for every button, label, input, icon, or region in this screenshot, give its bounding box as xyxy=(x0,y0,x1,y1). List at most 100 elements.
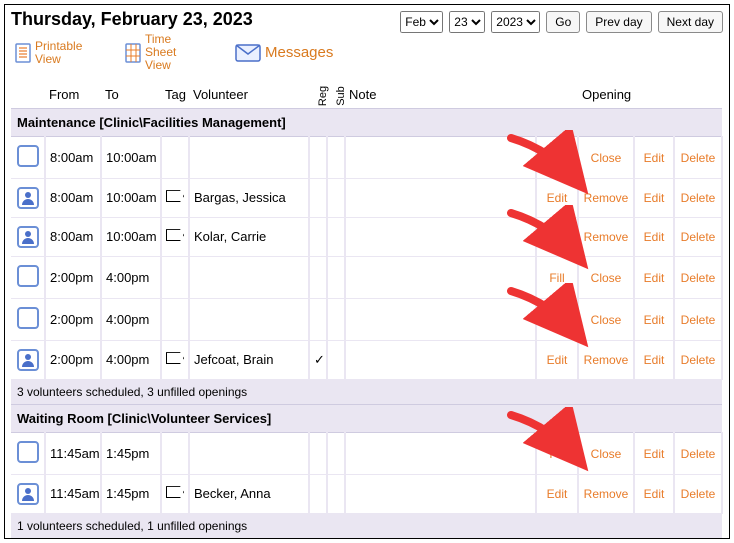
time-sheet-view-link[interactable]: Time SheetView xyxy=(125,33,205,73)
section-summary: 1 volunteers scheduled, 1 unfilled openi… xyxy=(11,513,722,538)
edit-opening-link[interactable]: Edit xyxy=(644,191,665,205)
section-summary: 3 volunteers scheduled, 3 unfilled openi… xyxy=(11,379,722,404)
section-title: Waiting Room [Clinic\Volunteer Services] xyxy=(11,404,722,432)
schedule-row: 11:45am1:45pmFillCloseEditDelete xyxy=(11,432,722,474)
year-select[interactable]: 2023 xyxy=(491,11,540,33)
reg-cell: ✓ xyxy=(309,340,327,379)
to-cell: 1:45pm xyxy=(101,474,161,513)
slot-icon[interactable] xyxy=(17,307,39,329)
reg-cell xyxy=(309,298,327,340)
schedule-row: 2:00pm4:00pmFillCloseEditDelete xyxy=(11,256,722,298)
schedule-row: 2:00pm4:00pm Jefcoat, Brain✓ Edit Remove Edi… xyxy=(11,340,722,379)
from-cell: 11:45am xyxy=(45,474,101,513)
to-cell: 4:00pm xyxy=(101,340,161,379)
schedule-row: 2:00pm4:00pmFillCloseEditDelete xyxy=(11,298,722,340)
delete-opening-link[interactable]: Delete xyxy=(681,313,716,327)
reg-cell xyxy=(309,432,327,474)
envelope-icon xyxy=(235,44,261,62)
from-cell: 8:00am xyxy=(45,217,101,256)
volunteer-cell: Kolar, Carrie xyxy=(189,217,309,256)
tag-icon xyxy=(166,190,184,202)
remove-link[interactable]: Remove xyxy=(584,230,629,244)
edit-opening-link[interactable]: Edit xyxy=(644,447,665,461)
volunteer-cell xyxy=(189,298,309,340)
reg-cell xyxy=(309,136,327,178)
sub-cell xyxy=(327,217,345,256)
go-button[interactable]: Go xyxy=(546,11,580,33)
close-link[interactable]: Close xyxy=(591,313,622,327)
remove-link[interactable]: Remove xyxy=(584,191,629,205)
edit-opening-link[interactable]: Edit xyxy=(644,271,665,285)
volunteer-cell xyxy=(189,256,309,298)
month-select[interactable]: Feb xyxy=(400,11,443,33)
schedule-row: 8:00am10:00amKolar, CarrieEditRemoveEdit… xyxy=(11,217,722,256)
from-cell: 8:00am xyxy=(45,178,101,217)
col-tag: Tag xyxy=(161,83,189,109)
delete-opening-link[interactable]: Delete xyxy=(681,353,716,367)
tag-icon xyxy=(166,352,184,364)
day-select[interactable]: 23 xyxy=(449,11,485,33)
edit-opening-link[interactable]: Edit xyxy=(644,151,665,165)
slot-icon[interactable] xyxy=(17,349,39,371)
tag-cell xyxy=(161,432,189,474)
slot-icon[interactable] xyxy=(17,265,39,287)
fill-link[interactable]: Fill xyxy=(549,447,564,461)
tag-cell xyxy=(161,178,189,217)
edit-link[interactable]: Edit xyxy=(547,353,568,367)
col-note: Note xyxy=(345,83,536,109)
slot-icon[interactable] xyxy=(17,145,39,167)
page-title: Thursday, February 23, 2023 xyxy=(11,9,392,30)
from-cell: 2:00pm xyxy=(45,340,101,379)
sub-cell xyxy=(327,474,345,513)
close-link[interactable]: Close xyxy=(591,151,622,165)
to-cell: 1:45pm xyxy=(101,432,161,474)
edit-opening-link[interactable]: Edit xyxy=(644,353,665,367)
printable-label-1: Printable xyxy=(35,39,82,53)
remove-link[interactable]: Remove xyxy=(584,487,629,501)
slot-icon[interactable] xyxy=(17,187,39,209)
printable-label-2: View xyxy=(35,52,61,66)
volunteer-cell xyxy=(189,432,309,474)
edit-link[interactable]: Edit xyxy=(547,191,568,205)
delete-opening-link[interactable]: Delete xyxy=(681,271,716,285)
prev-day-button[interactable]: Prev day xyxy=(586,11,651,33)
edit-link[interactable]: Edit xyxy=(547,230,568,244)
tag-cell xyxy=(161,256,189,298)
edit-opening-link[interactable]: Edit xyxy=(644,230,665,244)
fill-link[interactable]: Fill xyxy=(549,151,564,165)
section-title: Maintenance [Clinic\Facilities Managemen… xyxy=(11,108,722,136)
slot-icon[interactable] xyxy=(17,441,39,463)
delete-opening-link[interactable]: Delete xyxy=(681,230,716,244)
delete-opening-link[interactable]: Delete xyxy=(681,151,716,165)
next-day-button[interactable]: Next day xyxy=(658,11,723,33)
fill-link[interactable]: Fill xyxy=(549,313,564,327)
volunteer-cell: Bargas, Jessica xyxy=(189,178,309,217)
fill-link[interactable]: Fill xyxy=(549,271,564,285)
delete-opening-link[interactable]: Delete xyxy=(681,191,716,205)
edit-opening-link[interactable]: Edit xyxy=(644,313,665,327)
note-cell xyxy=(345,178,536,217)
volunteer-cell: Jefcoat, Brain xyxy=(189,340,309,379)
edit-link[interactable]: Edit xyxy=(547,487,568,501)
note-cell xyxy=(345,256,536,298)
col-opening: Opening xyxy=(578,83,634,109)
slot-icon[interactable] xyxy=(17,226,39,248)
slot-icon[interactable] xyxy=(17,483,39,505)
remove-link[interactable]: Remove xyxy=(584,353,629,367)
printable-view-link[interactable]: PrintableView xyxy=(15,40,95,66)
close-link[interactable]: Close xyxy=(591,271,622,285)
delete-opening-link[interactable]: Delete xyxy=(681,447,716,461)
tag-icon xyxy=(166,229,184,241)
edit-opening-link[interactable]: Edit xyxy=(644,487,665,501)
sub-cell xyxy=(327,340,345,379)
col-reg: Reg xyxy=(309,83,327,109)
document-icon xyxy=(15,43,31,63)
reg-cell xyxy=(309,256,327,298)
messages-link[interactable]: Messages xyxy=(235,44,333,62)
note-cell xyxy=(345,432,536,474)
delete-opening-link[interactable]: Delete xyxy=(681,487,716,501)
close-link[interactable]: Close xyxy=(591,447,622,461)
to-cell: 4:00pm xyxy=(101,298,161,340)
grid-icon xyxy=(125,43,141,63)
volunteer-cell xyxy=(189,136,309,178)
